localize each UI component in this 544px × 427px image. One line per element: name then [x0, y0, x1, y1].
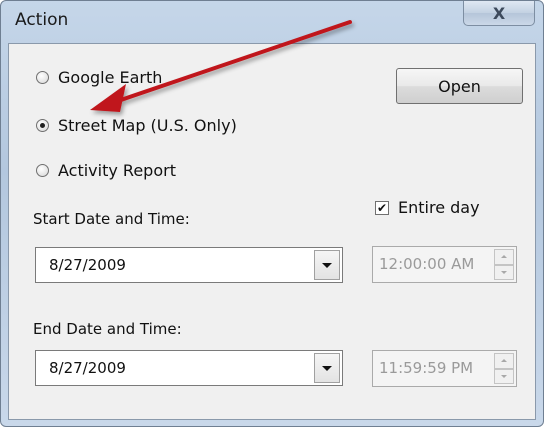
radio-street-map-indicator[interactable] — [36, 119, 49, 132]
start-date-dropdown-button[interactable] — [314, 250, 340, 280]
radio-google-earth-label: Google Earth — [58, 68, 163, 87]
radio-activity-report-label: Activity Report — [58, 161, 176, 180]
spin-down-icon — [501, 374, 507, 378]
start-time-spin-buttons — [494, 249, 514, 280]
radio-google-earth[interactable]: Google Earth — [36, 68, 162, 87]
window-title: Action — [15, 10, 69, 30]
start-date-combo[interactable]: 8/27/2009 — [35, 247, 343, 283]
start-time-up-button — [494, 249, 514, 265]
entire-day-checkbox-row[interactable]: ✔ Entire day — [375, 198, 480, 217]
start-date-label: Start Date and Time: — [33, 210, 190, 228]
start-time-down-button — [494, 264, 514, 280]
end-time-spin-buttons — [494, 353, 514, 384]
radio-street-map[interactable]: Street Map (U.S. Only) — [36, 116, 237, 135]
end-time-down-button — [494, 368, 514, 384]
radio-google-earth-indicator[interactable] — [36, 71, 49, 84]
end-time-spinner: 11:59:59 PM — [372, 350, 517, 387]
action-dialog: Action X Google Earth Street Map (U.S. O… — [0, 0, 544, 427]
checkmark-icon: ✔ — [376, 200, 388, 215]
spin-up-icon — [501, 359, 507, 363]
radio-activity-report[interactable]: Activity Report — [36, 161, 176, 180]
close-button[interactable]: X — [463, 1, 535, 26]
start-date-value: 8/27/2009 — [49, 256, 126, 274]
entire-day-checkbox[interactable]: ✔ — [375, 200, 389, 215]
entire-day-label: Entire day — [398, 198, 480, 217]
chevron-down-icon — [322, 365, 332, 371]
dialog-body: Google Earth Street Map (U.S. Only) Acti… — [8, 43, 536, 420]
spin-up-icon — [501, 255, 507, 259]
start-time-spinner: 12:00:00 AM — [372, 246, 517, 283]
close-icon: X — [492, 3, 506, 23]
radio-activity-report-indicator[interactable] — [36, 164, 49, 177]
title-bar[interactable]: Action X — [1, 1, 543, 43]
end-date-value: 8/27/2009 — [49, 359, 126, 377]
start-time-value: 12:00:00 AM — [379, 255, 475, 273]
end-date-combo[interactable]: 8/27/2009 — [35, 350, 343, 386]
end-date-label: End Date and Time: — [33, 320, 182, 338]
open-button[interactable]: Open — [396, 68, 523, 104]
chevron-down-icon — [322, 262, 332, 268]
end-date-dropdown-button[interactable] — [314, 353, 340, 383]
end-time-up-button — [494, 353, 514, 369]
spin-down-icon — [501, 270, 507, 274]
end-time-value: 11:59:59 PM — [379, 359, 474, 377]
radio-street-map-label: Street Map (U.S. Only) — [58, 116, 237, 135]
